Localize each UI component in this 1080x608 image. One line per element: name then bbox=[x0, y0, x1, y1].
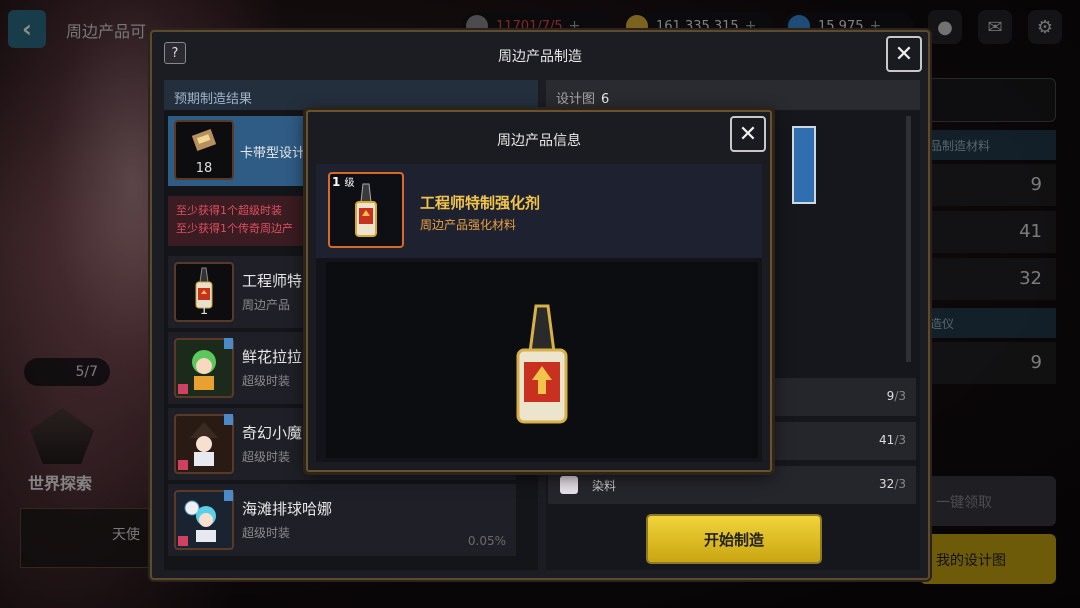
expected-results-header: 预期制造结果 bbox=[164, 80, 538, 110]
selected-design-card[interactable] bbox=[792, 126, 816, 204]
crafting-modal-title: 周边产品制造 bbox=[498, 49, 582, 65]
item-info-title: 周边产品信息 bbox=[497, 133, 581, 149]
material-count: 32/3 bbox=[879, 477, 906, 491]
material-count: 9/3 bbox=[887, 389, 906, 403]
close-icon: ✕ bbox=[894, 41, 914, 67]
item-level-unit: 级 bbox=[344, 178, 355, 189]
result-item-type: 周边产品 bbox=[242, 298, 291, 312]
material-name: 染料 bbox=[592, 479, 617, 493]
costume-badge-icon bbox=[178, 384, 188, 394]
item-info-slot: 1 级 bbox=[328, 172, 404, 248]
cassette-design-icon bbox=[191, 129, 217, 151]
crafting-close-button[interactable]: ✕ bbox=[886, 36, 922, 72]
scrollbar[interactable] bbox=[906, 116, 911, 362]
design-item-slot[interactable]: 18 bbox=[174, 120, 234, 180]
dye-icon bbox=[560, 476, 578, 494]
material-need: /3 bbox=[894, 433, 906, 447]
item-info-name: 工程师特制强化剂 bbox=[420, 194, 541, 212]
item-preview-stage bbox=[326, 262, 758, 458]
result-item-name: 鲜花拉拉 bbox=[242, 348, 303, 366]
result-item-type: 超级时装 bbox=[242, 526, 291, 540]
result-item-name: 海滩排球哈娜 bbox=[242, 500, 333, 518]
item-level-number: 1 bbox=[332, 175, 341, 189]
design-header: 设计图 6 bbox=[546, 80, 920, 110]
costume-badge-icon bbox=[178, 460, 188, 470]
design-count: 18 bbox=[195, 161, 213, 176]
bookmark-icon bbox=[224, 414, 233, 425]
enhancer-bottle-large-icon bbox=[516, 304, 568, 424]
material-have: 32 bbox=[879, 477, 895, 491]
material-count: 41/3 bbox=[879, 433, 906, 447]
item-info-close-button[interactable]: ✕ bbox=[730, 116, 766, 152]
drop-rate: 0.05% bbox=[467, 534, 506, 548]
close-icon: ✕ bbox=[738, 121, 758, 147]
material-need: /3 bbox=[894, 477, 906, 491]
item-info-type: 周边产品强化材料 bbox=[420, 218, 517, 232]
item-info-body: 1 级 工程师特制强化剂 周边产品强化材料 bbox=[316, 164, 762, 462]
result-list-item[interactable]: 海滩排球哈娜 超级时装 0.05% bbox=[168, 484, 516, 556]
item-level: 1 级 bbox=[332, 174, 355, 189]
result-item-type: 超级时装 bbox=[242, 374, 291, 388]
design-header-count: 6 bbox=[601, 92, 610, 107]
item-info-header: 1 级 工程师特制强化剂 周边产品强化材料 bbox=[316, 164, 762, 258]
result-item-slot[interactable]: 1 bbox=[174, 262, 234, 322]
bookmark-icon bbox=[224, 338, 233, 349]
item-info-modal: 周边产品信息 ✕ 1 级 工程师特制强化剂 周边产品强化材料 bbox=[306, 110, 772, 472]
design-header-label: 设计图 bbox=[556, 92, 596, 107]
result-item-name: 工程师特 bbox=[242, 272, 303, 290]
bookmark-icon bbox=[224, 490, 233, 501]
design-name: 卡带型设计 bbox=[240, 146, 306, 161]
material-need: /3 bbox=[894, 389, 906, 403]
result-item-count: 1 bbox=[199, 303, 209, 318]
costume-badge-icon bbox=[178, 536, 188, 546]
result-item-name: 奇幻小魔 bbox=[242, 424, 303, 442]
material-have: 41 bbox=[879, 433, 895, 447]
start-crafting-button[interactable]: 开始制造 bbox=[646, 514, 822, 564]
result-item-type: 超级时装 bbox=[242, 450, 291, 464]
